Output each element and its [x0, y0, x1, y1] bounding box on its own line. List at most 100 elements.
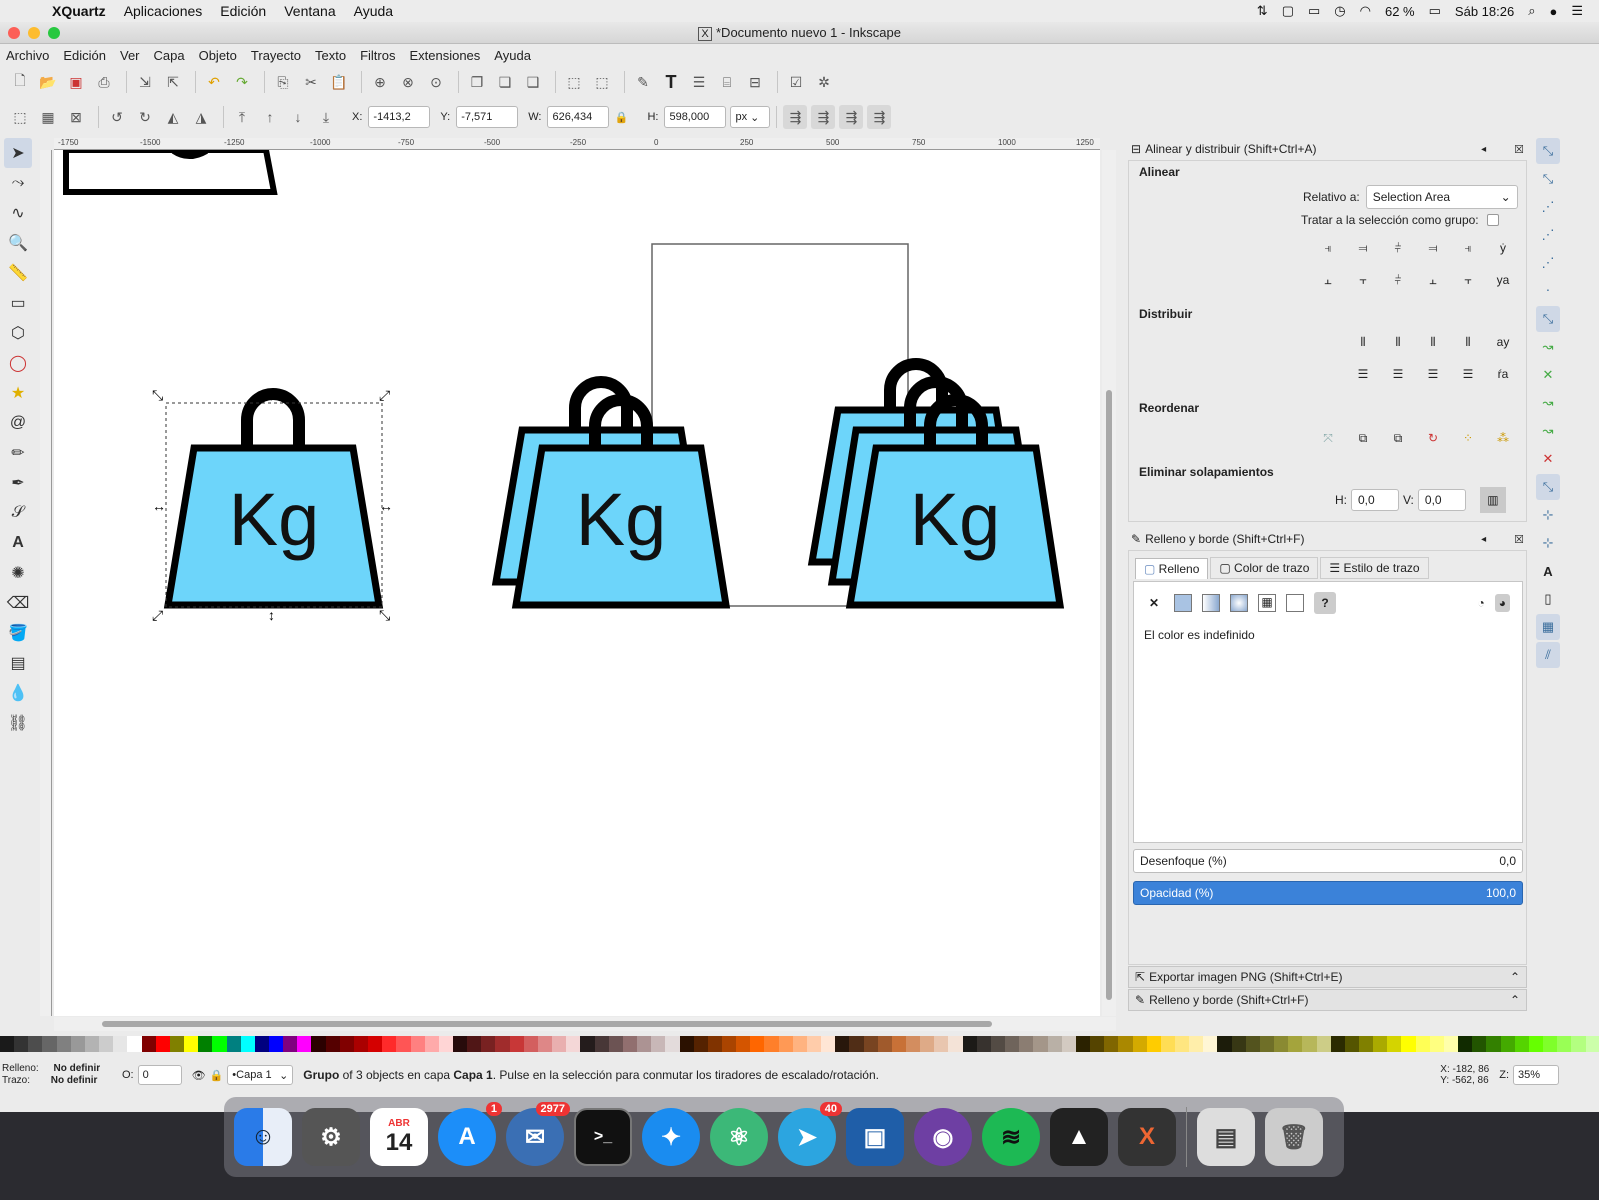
gradient-tool-icon[interactable]: ▤ — [4, 648, 32, 678]
sync-icon[interactable]: ⇅ — [1257, 3, 1268, 19]
swatch-icon[interactable] — [1286, 594, 1304, 612]
color-palette[interactable] — [0, 1036, 1599, 1052]
partial-weight-shape[interactable] — [63, 150, 278, 195]
scale-corners-icon[interactable]: ⇶ — [811, 105, 836, 129]
xml-editor-icon[interactable]: ⌸ — [715, 70, 739, 94]
palette-swatch[interactable] — [1429, 1036, 1444, 1052]
finder-icon[interactable]: ☺ — [234, 1108, 292, 1166]
snap-enable-icon[interactable]: ⤡ — [1536, 138, 1560, 164]
siri-icon[interactable]: ● — [1549, 4, 1557, 19]
distribute-centers-v-icon[interactable]: ☰ — [1385, 361, 1411, 387]
palette-swatch[interactable] — [1387, 1036, 1402, 1052]
palette-swatch[interactable] — [382, 1036, 397, 1052]
tab-estilo-trazo[interactable]: ☰ Estilo de trazo — [1320, 557, 1429, 579]
pattern-icon[interactable]: ▦ — [1258, 594, 1276, 612]
align-right-edges-icon[interactable]: ⫤ — [1420, 235, 1446, 261]
copy-icon[interactable]: ⎘ — [271, 70, 295, 94]
window-icon[interactable]: ▢ — [1282, 3, 1294, 19]
palette-swatch[interactable] — [56, 1036, 71, 1052]
snap-bbox-midpoints-icon[interactable]: ⋰ — [1536, 250, 1560, 276]
no-paint-icon[interactable]: ✕ — [1144, 596, 1164, 610]
distribute-right-edges-icon[interactable]: ⫴ — [1420, 329, 1446, 355]
weight-triple[interactable]: Kg — [807, 358, 1065, 609]
palette-swatch[interactable] — [495, 1036, 510, 1052]
palette-swatch[interactable] — [325, 1036, 340, 1052]
palette-swatch[interactable] — [622, 1036, 638, 1052]
snap-guides-icon[interactable]: ⫽ — [1536, 642, 1560, 668]
palette-swatch[interactable] — [679, 1036, 694, 1052]
export-icon[interactable]: ⇱ — [161, 70, 185, 94]
select-all-icon[interactable]: ⬚ — [8, 105, 32, 129]
zoom-window-button[interactable] — [48, 27, 60, 39]
zoom-page-icon[interactable]: ⊙ — [424, 70, 448, 94]
open-icon[interactable]: 📂 — [36, 70, 60, 94]
palette-swatch[interactable] — [1090, 1036, 1105, 1052]
zoom-tool-icon[interactable]: 🔍 — [4, 228, 32, 258]
flat-color-icon[interactable] — [1174, 594, 1192, 612]
battery-label[interactable]: 62 % — [1385, 4, 1415, 19]
vertical-scroll-thumb[interactable] — [1106, 390, 1112, 1000]
snap-others-icon[interactable]: ⤡ — [1536, 474, 1560, 500]
menu-archivo[interactable]: Archivo — [6, 48, 49, 63]
palette-swatch[interactable] — [212, 1036, 227, 1052]
close-window-button[interactable] — [8, 27, 20, 39]
terminal-icon[interactable]: >_ — [574, 1108, 632, 1166]
select-all-layers-icon[interactable]: ▦ — [36, 105, 60, 129]
distribute-bottom-edges-icon[interactable]: ☰ — [1420, 361, 1446, 387]
rectangle-tool-icon[interactable]: ▭ — [4, 288, 32, 318]
distribute-centers-h-icon[interactable]: ⫴ — [1385, 329, 1411, 355]
panel-collapse-icon[interactable]: ◂ — [1481, 534, 1486, 545]
flip-vertical-icon[interactable]: ◮ — [189, 105, 213, 129]
menu-ayuda[interactable]: Ayuda — [494, 48, 531, 63]
palette-swatch[interactable] — [339, 1036, 354, 1052]
palette-swatch[interactable] — [141, 1036, 156, 1052]
clone-icon[interactable]: ❏ — [493, 70, 517, 94]
palette-swatch[interactable] — [1118, 1036, 1133, 1052]
telegram-icon[interactable]: ➤ 40 — [778, 1102, 842, 1166]
radial-gradient-icon[interactable] — [1230, 594, 1248, 612]
palette-swatch[interactable] — [1047, 1036, 1062, 1052]
align-left-edges-icon[interactable]: ⫤ — [1350, 235, 1376, 261]
palette-swatch[interactable] — [1514, 1036, 1529, 1052]
export-png-panel-header[interactable]: ⇱ Exportar imagen PNG (Shift+Ctrl+E) ⌃ — [1128, 966, 1527, 988]
palette-swatch[interactable] — [962, 1036, 977, 1052]
y-input[interactable]: -7,571 — [456, 106, 519, 128]
fill-stroke-icon[interactable]: ✎ — [631, 70, 655, 94]
palette-swatch[interactable] — [297, 1036, 312, 1052]
unset-paint-icon[interactable]: ? — [1314, 592, 1336, 614]
palette-swatch[interactable] — [566, 1036, 581, 1052]
layer-select[interactable]: •Capa 1 ⌄ — [227, 1065, 294, 1085]
distribute-gaps-h-icon[interactable]: ⫴ — [1455, 329, 1481, 355]
center-horizontal-axis-icon[interactable]: ⫩ — [1385, 267, 1411, 293]
snap-object-centers-icon[interactable]: ⊹ — [1536, 502, 1560, 528]
rotate-cw-icon[interactable]: ↻ — [133, 105, 157, 129]
calendar-icon[interactable]: ABR 14 — [370, 1108, 428, 1166]
palette-swatch[interactable] — [1528, 1036, 1544, 1052]
snap-bbox-corners-icon[interactable]: ⋰ — [1536, 222, 1560, 248]
spiral-tool-icon[interactable]: @ — [4, 408, 32, 438]
ungroup-icon[interactable]: ⬚ — [590, 70, 614, 94]
palette-swatch[interactable] — [821, 1036, 836, 1052]
menu-edicion[interactable]: Edición — [63, 48, 106, 63]
palette-swatch[interactable] — [1288, 1036, 1303, 1052]
palette-swatch[interactable] — [1104, 1036, 1119, 1052]
palette-swatch[interactable] — [1486, 1036, 1501, 1052]
unlink-clone-icon[interactable]: ❑ — [521, 70, 545, 94]
palette-swatch[interactable] — [1316, 1036, 1331, 1052]
palette-swatch[interactable] — [1443, 1036, 1459, 1052]
palette-swatch[interactable] — [637, 1036, 652, 1052]
snap-bbox-edges-icon[interactable]: ⋰ — [1536, 194, 1560, 220]
palette-swatch[interactable] — [1500, 1036, 1515, 1052]
menu-trayecto[interactable]: Trayecto — [251, 48, 301, 63]
palette-swatch[interactable] — [835, 1036, 850, 1052]
group-icon[interactable]: ⬚ — [562, 70, 586, 94]
zoom-selection-icon[interactable]: ⊕ — [368, 70, 392, 94]
snap-text-baseline-icon[interactable]: A — [1536, 558, 1560, 584]
palette-swatch[interactable] — [721, 1036, 737, 1052]
selector-tool-icon[interactable]: ➤ — [4, 138, 32, 168]
redo-icon[interactable]: ↷ — [230, 70, 254, 94]
thunderbird-icon[interactable]: ✉ 2977 — [506, 1102, 570, 1166]
spotify-icon[interactable]: ≋ — [982, 1108, 1040, 1166]
ellipse-tool-icon[interactable]: ◯ — [4, 348, 32, 378]
calligraphy-tool-icon[interactable]: 𝒮 — [4, 498, 32, 528]
